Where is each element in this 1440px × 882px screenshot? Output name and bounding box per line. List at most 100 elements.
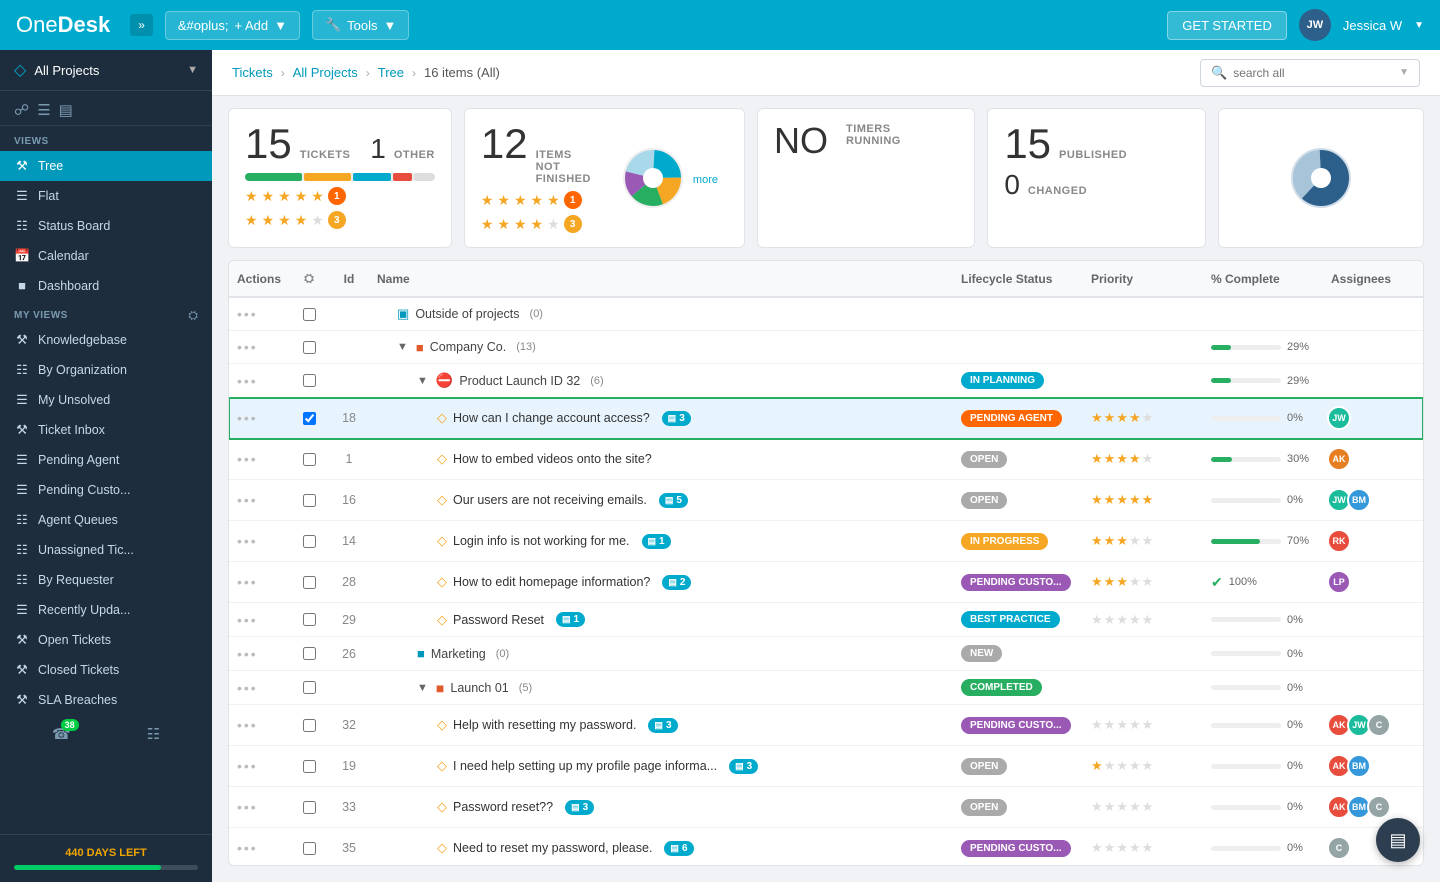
chat-widget-button[interactable]: ▤: [1376, 818, 1420, 862]
row-checkbox[interactable]: [303, 647, 316, 660]
search-dropdown-icon[interactable]: ▼: [1399, 67, 1409, 78]
sidebar-item-unassigned[interactable]: ☷ Unassigned Tic...: [0, 535, 212, 565]
row-more-icon[interactable]: •••: [237, 646, 258, 662]
row-checkbox-cell[interactable]: [289, 398, 329, 439]
row-checkbox-cell[interactable]: [289, 828, 329, 867]
row-actions[interactable]: •••: [229, 364, 289, 398]
breadcrumb-tickets[interactable]: Tickets: [232, 65, 273, 80]
row-checkbox-cell[interactable]: [289, 364, 329, 398]
project-selector[interactable]: ◇ All Projects ▼: [0, 50, 212, 91]
sidebar-item-agent-queues[interactable]: ☷ Agent Queues: [0, 505, 212, 535]
row-more-icon[interactable]: •••: [237, 339, 258, 355]
sidebar-item-my-unsolved[interactable]: ☰ My Unsolved: [0, 385, 212, 415]
row-checkbox-cell[interactable]: [289, 705, 329, 746]
row-more-icon[interactable]: •••: [237, 410, 258, 426]
row-actions[interactable]: •••: [229, 637, 289, 671]
sidebar-item-pending-cust[interactable]: ☰ Pending Custo...: [0, 475, 212, 505]
row-checkbox[interactable]: [303, 412, 316, 425]
sidebar-item-recently-updated[interactable]: ☰ Recently Upda...: [0, 595, 212, 625]
row-checkbox[interactable]: [303, 535, 316, 548]
row-checkbox-cell[interactable]: [289, 603, 329, 637]
row-checkbox-cell[interactable]: [289, 521, 329, 562]
nav-chat-icon[interactable]: ▤: [59, 101, 73, 119]
row-checkbox[interactable]: [303, 613, 316, 626]
add-button[interactable]: &#oplus; + Add ▼: [165, 11, 300, 40]
row-more-icon[interactable]: •••: [237, 492, 258, 508]
row-checkbox-cell[interactable]: [289, 671, 329, 705]
row-checkbox-cell[interactable]: [289, 746, 329, 787]
row-actions[interactable]: •••: [229, 828, 289, 867]
row-more-icon[interactable]: •••: [237, 451, 258, 467]
collapse-icon[interactable]: ▼: [417, 682, 428, 694]
row-more-icon[interactable]: •••: [237, 373, 258, 389]
row-actions[interactable]: •••: [229, 705, 289, 746]
sidebar-item-status-board[interactable]: ☷ Status Board: [0, 211, 212, 241]
row-checkbox[interactable]: [303, 719, 316, 732]
row-more-icon[interactable]: •••: [237, 612, 258, 628]
sidebar-item-knowledgebase[interactable]: ⚒ Knowledgebase: [0, 325, 212, 355]
row-checkbox-cell[interactable]: [289, 331, 329, 364]
sidebar-item-tree[interactable]: ⚒ Tree: [0, 151, 212, 181]
row-more-icon[interactable]: •••: [237, 717, 258, 733]
tools-button[interactable]: 🔧 Tools ▼: [312, 10, 409, 40]
my-views-gear-icon[interactable]: ⛭: [188, 308, 198, 323]
sidebar-item-dashboard[interactable]: ■ Dashboard: [0, 271, 212, 300]
row-actions[interactable]: •••: [229, 331, 289, 364]
search-input[interactable]: [1233, 66, 1393, 80]
row-checkbox[interactable]: [303, 494, 316, 507]
collapse-icon[interactable]: ▼: [417, 375, 428, 387]
get-started-button[interactable]: GET STARTED: [1167, 11, 1287, 40]
nav-list-icon[interactable]: ☰: [37, 101, 50, 119]
row-checkbox-cell[interactable]: [289, 787, 329, 828]
sidebar-item-flat[interactable]: ☰ Flat: [0, 181, 212, 211]
more-link[interactable]: more: [693, 174, 718, 186]
sidebar-item-pending-agent[interactable]: ☰ Pending Agent: [0, 445, 212, 475]
row-actions[interactable]: •••: [229, 480, 289, 521]
row-actions[interactable]: •••: [229, 562, 289, 603]
row-checkbox-cell[interactable]: [289, 297, 329, 331]
row-more-icon[interactable]: •••: [237, 840, 258, 856]
row-more-icon[interactable]: •••: [237, 680, 258, 696]
row-actions[interactable]: •••: [229, 439, 289, 480]
row-actions[interactable]: •••: [229, 671, 289, 705]
nav-tickets-icon[interactable]: ☍: [14, 101, 29, 119]
collapse-icon[interactable]: ▼: [397, 341, 408, 353]
sidebar-item-calendar[interactable]: 📅 Calendar: [0, 241, 212, 271]
row-checkbox[interactable]: [303, 681, 316, 694]
row-checkbox-cell[interactable]: [289, 562, 329, 603]
sidebar-item-ticket-inbox[interactable]: ⚒ Ticket Inbox: [0, 415, 212, 445]
row-checkbox-cell[interactable]: [289, 480, 329, 521]
table-row-selected[interactable]: ••• 18 ◇ How can I change account access…: [229, 398, 1423, 439]
grid-nav-icon[interactable]: ☷: [147, 725, 160, 743]
row-checkbox[interactable]: [303, 801, 316, 814]
row-actions[interactable]: •••: [229, 521, 289, 562]
breadcrumb-tree[interactable]: Tree: [378, 65, 404, 80]
row-more-icon[interactable]: •••: [237, 306, 258, 322]
row-checkbox-cell[interactable]: [289, 637, 329, 671]
row-actions[interactable]: •••: [229, 746, 289, 787]
sidebar-item-open-tickets[interactable]: ⚒ Open Tickets: [0, 625, 212, 655]
row-more-icon[interactable]: •••: [237, 533, 258, 549]
row-actions[interactable]: •••: [229, 297, 289, 331]
collapse-sidebar-button[interactable]: »: [130, 14, 153, 36]
row-actions[interactable]: •••: [229, 603, 289, 637]
row-more-icon[interactable]: •••: [237, 574, 258, 590]
user-menu-chevron-icon[interactable]: ▼: [1414, 20, 1424, 31]
sidebar-item-sla-breaches[interactable]: ⚒ SLA Breaches: [0, 685, 212, 715]
row-checkbox[interactable]: [303, 341, 316, 354]
th-gear[interactable]: ⛭: [289, 261, 329, 297]
row-checkbox[interactable]: [303, 576, 316, 589]
row-checkbox[interactable]: [303, 453, 316, 466]
row-actions[interactable]: •••: [229, 398, 289, 439]
chat-nav-icon[interactable]: ☎ 38: [52, 725, 71, 743]
row-actions[interactable]: •••: [229, 787, 289, 828]
row-more-icon[interactable]: •••: [237, 758, 258, 774]
breadcrumb-all-projects[interactable]: All Projects: [293, 65, 358, 80]
sidebar-item-by-organization[interactable]: ☷ By Organization: [0, 355, 212, 385]
row-checkbox[interactable]: [303, 374, 316, 387]
row-more-icon[interactable]: •••: [237, 799, 258, 815]
row-checkbox-cell[interactable]: [289, 439, 329, 480]
sidebar-item-closed-tickets[interactable]: ⚒ Closed Tickets: [0, 655, 212, 685]
search-box[interactable]: 🔍 ▼: [1200, 59, 1420, 87]
row-checkbox[interactable]: [303, 308, 316, 321]
